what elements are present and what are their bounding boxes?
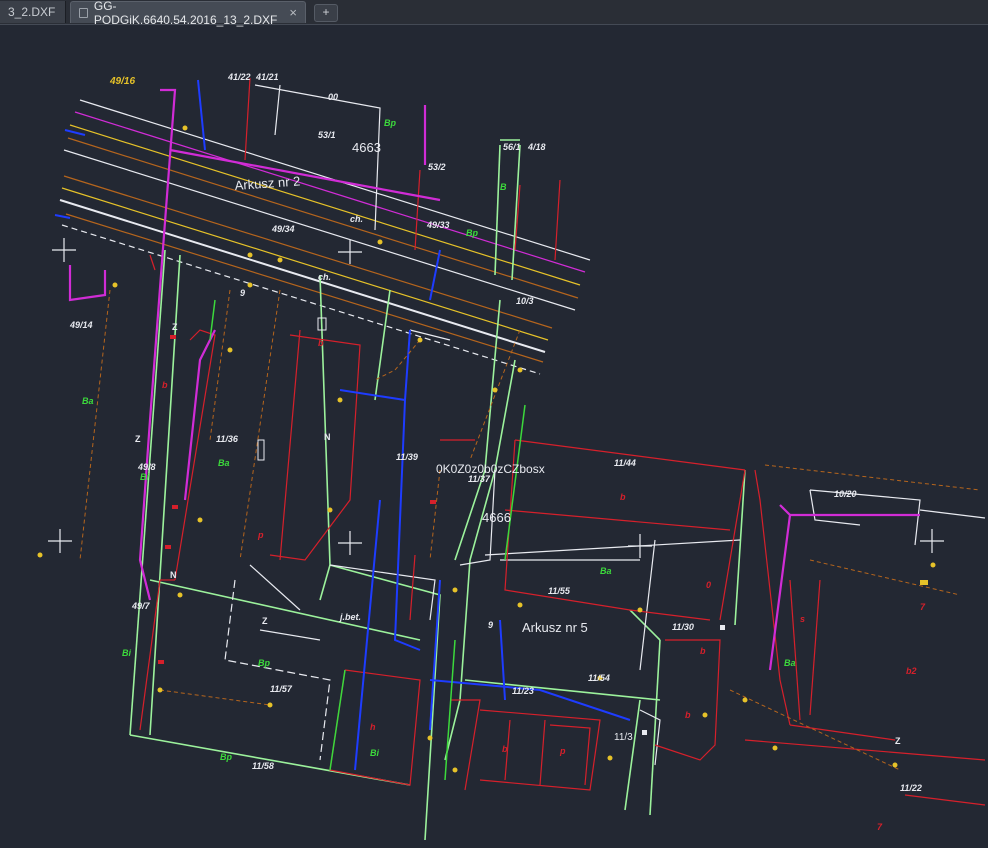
parcel-label: 11/57	[270, 684, 293, 694]
parcel-label: 10/3	[516, 296, 534, 306]
parcel-label: 49/14	[69, 320, 93, 330]
building-label: b2	[906, 666, 917, 676]
parcel-label: 11/3	[614, 732, 633, 743]
parcel-label: 41/21	[255, 72, 279, 82]
mark-label: j.bet.	[339, 612, 361, 622]
tab-active-file[interactable]: GG-PODGiK.6640.54.2016_13_2.DXF ×	[70, 0, 306, 27]
building-label: b	[620, 492, 626, 502]
parcel-label: 11/44	[614, 458, 636, 468]
landuse-label: Bp	[384, 118, 396, 128]
parcel-label: 10/20	[834, 489, 857, 499]
parcel-label: 11/54	[588, 673, 610, 683]
mark-label: 9	[240, 288, 245, 298]
mark-label: ch.	[318, 272, 331, 282]
mark-label: 9	[488, 620, 493, 630]
landuse-label: B	[500, 182, 507, 192]
overlap-text: 0K0Z0z0b0zCZbosx	[436, 462, 545, 476]
mark-label: ch.	[350, 214, 363, 224]
building-label: b	[318, 338, 324, 348]
building-outlines-white	[224, 84, 986, 766]
parcel-label: 4/18	[527, 142, 546, 152]
parcel-label: 11/23	[512, 686, 534, 696]
parcel-label: 49/16	[109, 76, 135, 87]
parcel-label: 11/22	[900, 783, 922, 793]
tab-previous-label: 3_2.DXF	[8, 5, 56, 19]
building-label: b	[685, 710, 691, 720]
parcel-label: 41/22	[227, 72, 251, 82]
drawing-canvas[interactable]: Arkusz nr 2 Arkusz nr 5 4663 4666 0K0Z0z…	[0, 25, 988, 848]
mark-label: 00	[328, 92, 338, 102]
building-label: b	[502, 744, 508, 754]
block-number-4663: 4663	[352, 140, 381, 155]
parcel-label: 49/8	[137, 462, 156, 472]
utility-blue	[54, 79, 631, 771]
sheet-label-2: Arkusz nr 2	[234, 173, 301, 193]
parcel-label: 49/34	[271, 224, 295, 234]
landuse-label: Bi	[122, 648, 131, 658]
mark-label: Z	[135, 434, 141, 444]
building-label: s	[800, 614, 805, 624]
mark-label: N	[170, 570, 177, 580]
building-label: 7	[877, 822, 883, 832]
utility-green	[209, 299, 526, 781]
landuse-label: Bp	[466, 228, 478, 238]
mark-label: Z	[895, 736, 901, 746]
parcel-label: 11/36	[216, 434, 239, 444]
landuse-label: Ba	[600, 566, 612, 576]
parcel-label: 49/7	[131, 601, 151, 611]
parcel-label: 53/2	[428, 162, 446, 172]
landuse-label: Ba	[218, 458, 230, 468]
tab-previous-file[interactable]: 3_2.DXF	[0, 1, 66, 23]
landuse-label: Ba	[784, 658, 796, 668]
landuse-label: Bp	[220, 752, 232, 762]
block-number-4666: 4666	[482, 510, 511, 525]
utility-magenta	[68, 88, 920, 671]
utility-brown	[79, 289, 981, 771]
parcel-label: 56/1	[503, 142, 521, 152]
new-tab-button[interactable]: +	[314, 4, 338, 22]
parcel-label: 53/1	[318, 130, 336, 140]
plus-icon: +	[322, 5, 330, 19]
pole-markers	[158, 317, 928, 735]
parcel-label: 11/58	[252, 761, 274, 771]
building-label: p	[559, 746, 566, 756]
landuse-label: Bp	[258, 658, 270, 668]
mark-label: N	[324, 432, 331, 442]
tab-bar: 3_2.DXF GG-PODGiK.6640.54.2016_13_2.DXF …	[0, 0, 988, 27]
building-label: p	[257, 530, 264, 540]
tab-active-label: GG-PODGiK.6640.54.2016_13_2.DXF	[93, 0, 278, 27]
mark-label: 0	[706, 580, 711, 590]
building-label: h	[370, 722, 376, 732]
landuse-label: Bi	[140, 472, 149, 482]
building-label: b	[700, 646, 706, 656]
close-icon[interactable]: ×	[289, 5, 297, 20]
file-icon	[79, 7, 88, 18]
parcel-boundaries	[129, 139, 746, 841]
parcel-label: 11/37	[468, 474, 491, 484]
parcel-label: 11/55	[548, 586, 571, 596]
landuse-label: Ba	[82, 396, 94, 406]
sheet-label-5: Arkusz nr 5	[522, 620, 588, 635]
mark-label: Z	[262, 616, 268, 626]
mark-label: Z	[172, 322, 178, 332]
parcel-label: 49/33	[426, 220, 450, 230]
landuse-label: Bi	[370, 748, 379, 758]
parcel-label: 11/30	[672, 622, 694, 632]
building-label: b	[162, 380, 168, 390]
parcel-label: 11/39	[396, 452, 418, 462]
building-label: 7	[920, 602, 926, 612]
